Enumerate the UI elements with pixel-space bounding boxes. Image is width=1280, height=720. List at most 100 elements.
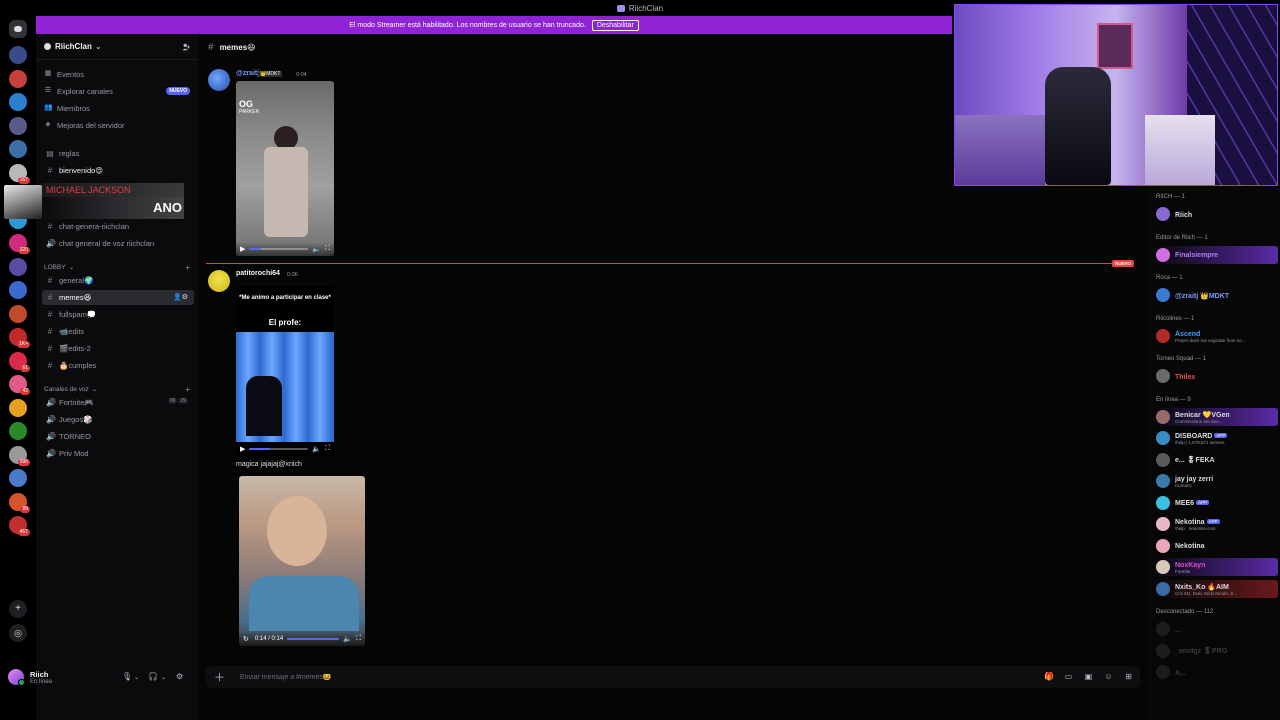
add-server-button[interactable]: + (9, 600, 27, 618)
play-icon[interactable]: ▶ (240, 245, 245, 253)
fullscreen-icon[interactable]: ⛶ (356, 635, 361, 643)
message-input[interactable] (240, 673, 940, 681)
video-attachment[interactable]: OG PARKER ▶ 🔈 ⛶ (236, 81, 334, 256)
avatar[interactable] (8, 669, 25, 686)
server-header[interactable]: RiichClan ⌄ (36, 34, 198, 60)
add-channel-icon[interactable]: + (185, 263, 190, 272)
channel-general[interactable]: # general🌍 (42, 273, 194, 288)
channel-cumples[interactable]: # 🎂cumples (42, 358, 194, 373)
video-controls[interactable]: ▶ 🔈 ⛶ (236, 442, 334, 456)
voice-channel-fortnite[interactable]: 🔊 Fortnite🎮 00 29 (42, 395, 194, 410)
volume-icon[interactable]: 🔈 (312, 445, 321, 453)
server-icon[interactable]: 167 (9, 163, 30, 184)
member-item[interactable]: e... 🎖FEKA (1152, 451, 1278, 469)
fullscreen-icon[interactable]: ⛶ (325, 445, 330, 453)
server-icon[interactable]: 320 (9, 234, 30, 254)
member-item[interactable]: Ascend Prayer does not originate from so.… (1152, 327, 1278, 345)
chevron-down-icon[interactable]: ⌄ (161, 674, 166, 681)
message-author[interactable]: @zraitj (236, 70, 259, 77)
server-icon[interactable]: 99 (9, 492, 30, 513)
video-progress[interactable] (249, 248, 309, 250)
server-icon[interactable] (9, 422, 27, 440)
server-icon[interactable]: 396 (9, 445, 30, 466)
server-icon[interactable] (9, 116, 27, 135)
settings-gear-icon[interactable]: ⚙ (176, 672, 183, 681)
member-item[interactable]: @zraitj 👑MDKT (1152, 286, 1278, 304)
member-item[interactable]: Nekotina (1152, 537, 1278, 555)
member-item[interactable]: Nekotina APP !help · nekotina.com (1152, 515, 1278, 533)
member-item[interactable]: Thilex (1152, 367, 1278, 385)
server-icon[interactable] (9, 304, 27, 323)
channel-reglas[interactable]: ▤ reglas (42, 146, 194, 161)
server-icon[interactable] (9, 140, 27, 158)
member-item[interactable]: ... (1152, 620, 1278, 638)
channel-bienvenido[interactable]: # bienvenido😍 (42, 163, 194, 178)
add-attachment-icon[interactable]: ＋ (214, 669, 226, 685)
nav-members[interactable]: 👥 Miembros (44, 101, 194, 115)
discover-icon[interactable]: ◎ (9, 624, 27, 642)
voice-channel-juegos[interactable]: 🔊 Juegos🎲 (42, 412, 194, 427)
video-attachment[interactable]: ↻ 0:14 / 0:14 🔈 ⛶ (239, 476, 365, 646)
member-item[interactable]: _emdgz 🎖PRO (1152, 642, 1278, 660)
headphones-icon[interactable]: 🎧 (148, 672, 158, 681)
server-icon[interactable] (9, 257, 27, 276)
member-item[interactable]: DISBOARD APP/help | 1,579,671 servers (1152, 429, 1278, 447)
avatar[interactable] (208, 69, 230, 91)
member-item[interactable]: MEE6 APP (1152, 494, 1278, 512)
emoji-icon[interactable]: ☺ (1104, 672, 1113, 681)
channel-settings-icons[interactable]: 👤⚙ (173, 293, 188, 301)
member-item[interactable]: Finalsiempre (1152, 245, 1278, 264)
channel-fullspam[interactable]: # fullspam💭 (42, 307, 194, 322)
channel-edits[interactable]: # 📹edits (42, 324, 194, 339)
server-icon[interactable]: 467 (9, 516, 30, 536)
apps-icon[interactable]: ⊞ (1124, 672, 1133, 681)
nav-events[interactable]: ▦ Eventos (44, 67, 194, 81)
member-item[interactable]: NoxKayn Fortnite (1152, 558, 1278, 576)
category-voice[interactable]: Canales de voz ⌄ + (44, 383, 194, 395)
volume-icon[interactable]: 🔈 (312, 245, 321, 253)
nav-server-boosts[interactable]: ◈ Mejoras del servidor (44, 118, 194, 132)
video-controls[interactable]: ↻ 0:14 / 0:14 🔈 ⛶ (239, 632, 365, 646)
server-icon[interactable]: 61 (9, 351, 30, 372)
video-progress[interactable] (287, 638, 340, 640)
volume-icon[interactable]: 🔈 (343, 635, 352, 643)
channel-memes[interactable]: # memes😆 👤⚙ (42, 290, 194, 305)
add-channel-icon[interactable]: + (185, 385, 190, 394)
member-item[interactable]: A... (1152, 663, 1278, 681)
microphone-icon[interactable]: 🎙 (122, 672, 132, 681)
gift-icon[interactable]: 🎁 (1044, 672, 1054, 681)
video-attachment[interactable]: *Me animo a participar en clase* El prof… (236, 286, 334, 456)
message-author[interactable]: patitorochi64 (236, 270, 280, 277)
server-icon[interactable]: 42 (9, 375, 30, 395)
server-icon[interactable] (9, 46, 27, 64)
home-button[interactable] (9, 20, 27, 38)
channel-chat-genera-riichclan[interactable]: # chat-genera-riichclan (42, 219, 194, 234)
category-lobby[interactable]: LOBBY ⌄ + (44, 261, 194, 273)
member-item[interactable]: Nxits_Ko 🔥AIM Cris MJ, Dukl, Nicki Nicole… (1152, 579, 1278, 598)
member-item[interactable]: Benicar 💛VGen Commissions are doo... (1152, 407, 1278, 426)
channel-edits-2[interactable]: # 🎬edits-2 (42, 341, 194, 356)
nav-browse-channels[interactable]: ☰ Explorar canales NUEVO (44, 84, 194, 98)
fullscreen-icon[interactable]: ⛶ (325, 245, 330, 253)
gif-icon[interactable]: ▭ (1064, 672, 1073, 681)
member-item[interactable]: jay jay zerri Humanz (1152, 472, 1278, 490)
add-user-icon[interactable] (182, 43, 190, 51)
video-controls[interactable]: ▶ 🔈 ⛶ (236, 242, 334, 256)
server-icon[interactable] (9, 469, 27, 487)
replay-icon[interactable]: ↻ (243, 635, 249, 643)
voice-channel-priv-mod[interactable]: 🔊 Priv Mod (42, 446, 194, 461)
server-icon[interactable] (9, 69, 27, 88)
disable-streamer-mode-button[interactable]: Deshabilitar (591, 19, 639, 31)
voice-channel-torneo[interactable]: 🔊 TORNEO (42, 429, 194, 444)
play-icon[interactable]: ▶ (240, 445, 245, 453)
member-item[interactable]: Riich (1152, 205, 1278, 223)
video-progress[interactable] (249, 448, 309, 450)
server-icon[interactable] (9, 281, 27, 299)
chevron-down-icon[interactable]: ⌄ (134, 674, 139, 681)
server-icon[interactable] (9, 93, 27, 111)
server-icon[interactable]: 1K+ (9, 328, 30, 348)
avatar[interactable] (208, 270, 230, 292)
server-icon[interactable] (9, 398, 27, 417)
channel-voice-general[interactable]: 🔊 chat general de voz riichclan (42, 236, 194, 251)
sticker-icon[interactable]: ▣ (1084, 672, 1093, 681)
